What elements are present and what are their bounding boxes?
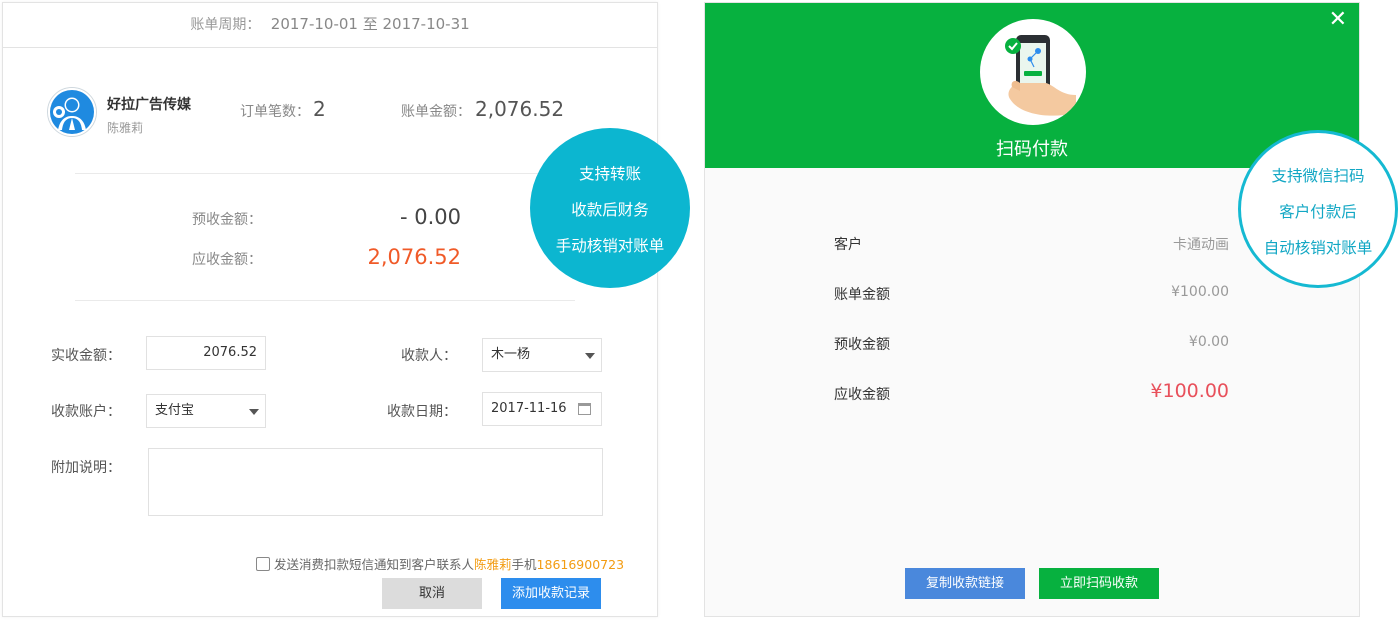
customer-contact: 陈雅莉 [107,121,144,135]
bubble-line: 收款后财务 [571,201,649,219]
bill-period-label: 账单周期： [190,17,261,33]
customer-value: 卡通动画 [1173,237,1229,253]
sms-text-phone-label: 手机 [511,557,537,572]
date-label: 收款日期： [387,404,457,420]
customer-avatar [47,87,97,137]
sms-contact: 陈雅莉 [474,557,512,572]
add-payment-record-button[interactable]: 添加收款记录 [501,578,601,609]
payee-label: 收款人： [401,348,457,364]
chevron-down-icon [249,409,259,415]
feature-bubble-wechat: 支持微信扫码 客户付款后 自动核销对账单 [1238,130,1398,288]
bill-amount-label: 账单金额： [401,104,471,120]
bill-amount-value: ¥100.00 [1171,284,1229,300]
payee-selected-value: 木一杨 [491,347,531,362]
sms-checkbox[interactable] [256,557,270,571]
receivable-value: 2,076.52 [367,245,461,269]
prepaid-label: 预收金额： [192,212,262,228]
prepaid-value: ¥0.00 [1188,334,1229,350]
order-count-value: 2 [313,97,326,121]
scan-collect-now-button[interactable]: 立即扫码收款 [1039,568,1159,599]
bubble-line: 客户付款后 [1279,203,1357,221]
bubble-line: 手动核销对账单 [555,237,665,255]
bubble-line: 支持转账 [578,165,641,183]
customer-company: 好拉广告传媒 [107,97,191,113]
actual-amount-label: 实收金额： [51,348,121,364]
bill-period: 账单周期： 2017-10-01 至 2017-10-31 [3,3,657,48]
bill-amount-label: 账单金额 [834,287,890,303]
note-textarea[interactable] [148,448,603,516]
scan-pay-dialog: ✕ 扫码付款 客户 卡通动画 账单金额 ¥100.00 预收金额 ¥0.00 应… [704,2,1360,617]
calendar-icon[interactable] [578,403,591,415]
payee-select[interactable]: 木一杨 [482,338,602,372]
divider [75,300,575,301]
actual-amount-input[interactable]: 2076.52 [146,336,266,370]
close-icon[interactable]: ✕ [1329,7,1347,32]
chevron-down-icon [585,353,595,359]
sms-notice: 发送消费扣款短信通知到客户联系人陈雅莉手机18616900723 [256,554,624,573]
user-avatar-icon [48,88,96,136]
date-input[interactable]: 2017-11-16 [482,392,602,426]
feature-bubble-transfer: 支持转账 收款后财务 手动核销对账单 [530,128,690,288]
order-count-label: 订单笔数： [240,104,310,120]
cancel-button[interactable]: 取消 [382,578,482,609]
manual-payment-panel: 账单周期： 2017-10-01 至 2017-10-31 好拉广告传媒 陈雅莉… [2,2,658,617]
dialog-header: ✕ 扫码付款 [705,3,1359,168]
receivable-label: 应收金额 [834,387,890,403]
receivable-value: ¥100.00 [1150,380,1229,402]
prepaid-value: - 0.00 [399,205,461,229]
divider [75,173,575,174]
date-value: 2017-11-16 [491,401,567,416]
account-selected-value: 支付宝 [155,403,195,418]
prepaid-label: 预收金额 [834,337,890,353]
account-label: 收款账户： [51,404,121,420]
account-select[interactable]: 支付宝 [146,394,266,428]
scan-phone-icon [980,19,1086,125]
customer-label: 客户 [834,237,862,253]
bill-period-value: 2017-10-01 至 2017-10-31 [270,15,470,33]
bubble-line: 支持微信扫码 [1271,167,1365,185]
bill-amount-value: 2,076.52 [475,97,565,121]
bubble-line: 自动核销对账单 [1263,239,1373,257]
sms-phone: 18616900723 [536,557,625,572]
sms-text: 发送消费扣款短信通知到客户联系人 [274,557,475,572]
note-label: 附加说明： [51,460,121,476]
receivable-label: 应收金额： [192,252,262,268]
copy-payment-link-button[interactable]: 复制收款链接 [905,568,1025,599]
